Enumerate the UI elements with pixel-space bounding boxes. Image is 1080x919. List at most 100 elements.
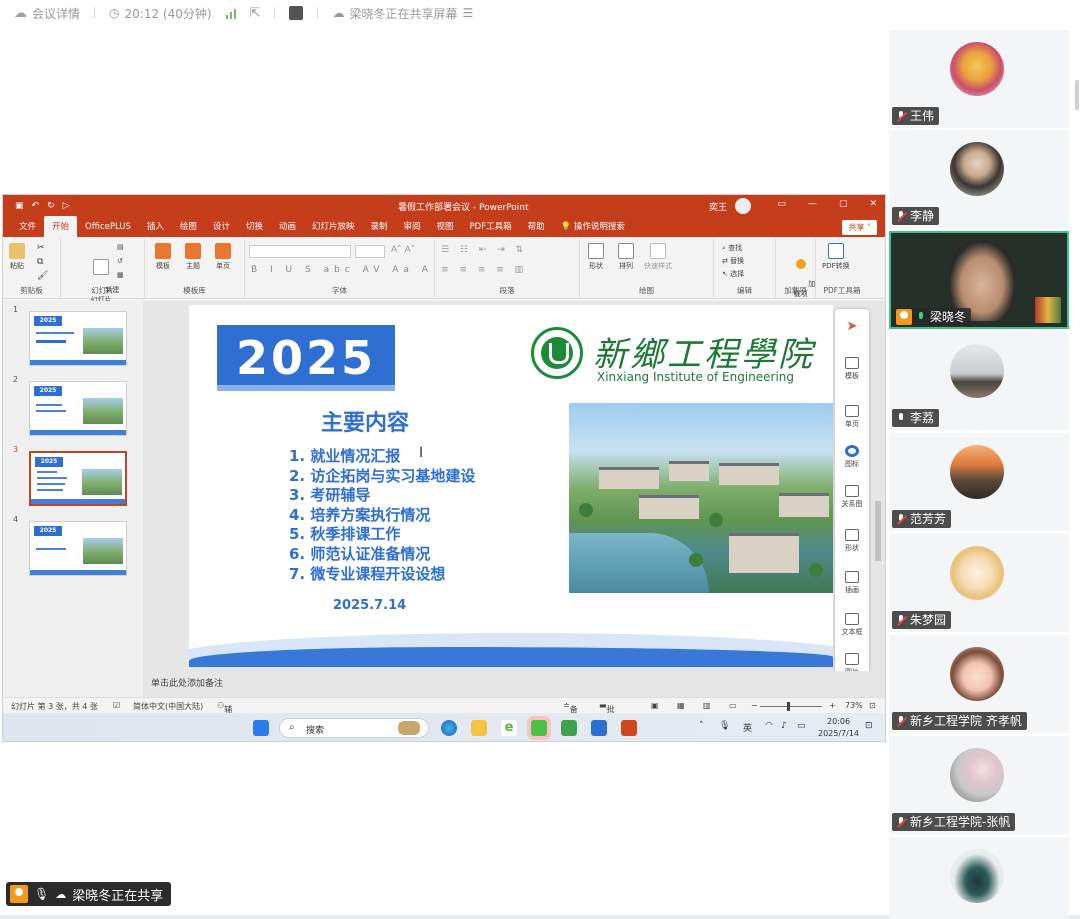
taskbar-clock[interactable]: 20:06 2025/7/14 bbox=[818, 716, 859, 740]
side-icons-button[interactable]: 图标 bbox=[835, 445, 869, 469]
theme-button[interactable]: 主题 bbox=[185, 243, 201, 271]
paste-button[interactable]: 粘贴 bbox=[9, 243, 25, 271]
share-button[interactable]: 共享 ˅ bbox=[842, 220, 877, 235]
maximize-icon[interactable]: ▢ bbox=[839, 199, 848, 209]
arrange-button[interactable]: 排列 bbox=[618, 243, 634, 271]
side-textbox-button[interactable]: 文本框 bbox=[835, 613, 869, 637]
spellcheck-icon[interactable]: ☑ bbox=[113, 701, 120, 710]
file-explorer-icon[interactable] bbox=[471, 720, 487, 736]
slide-thumbnail-2[interactable]: 2025 bbox=[29, 381, 127, 436]
grow-font-icon[interactable]: A˄ A˅ bbox=[391, 245, 415, 255]
side-diagram-button[interactable]: 关系图 bbox=[835, 485, 869, 509]
save-icon[interactable]: ▣ bbox=[15, 201, 24, 211]
input-method-indicator[interactable]: 英 bbox=[743, 721, 752, 734]
layout-icon[interactable]: ▤ bbox=[117, 243, 124, 251]
find-button[interactable]: ⌕ 查找 bbox=[722, 243, 742, 253]
quick-styles-button[interactable]: 快速样式 bbox=[644, 243, 672, 271]
notes-pane[interactable]: 单击此处添加备注 bbox=[143, 671, 873, 693]
replace-button[interactable]: ⇄ 替换 bbox=[722, 256, 744, 266]
notification-icon[interactable]: ⊡ bbox=[865, 721, 873, 731]
sorter-view-icon[interactable]: ▦ bbox=[677, 701, 685, 710]
minimize-icon[interactable]: — bbox=[808, 199, 817, 209]
align-icons[interactable]: ≡ ≡ ≡ ≡ ▥ bbox=[441, 265, 527, 275]
tab-view[interactable]: 视图 bbox=[429, 220, 462, 237]
tab-design[interactable]: 设计 bbox=[205, 220, 238, 237]
slide-scrollbar[interactable] bbox=[873, 301, 883, 697]
sharing-status-bar[interactable]: 🎙 ☁ 梁晓冬正在共享 bbox=[6, 882, 172, 906]
popout-icon[interactable]: ⇱ bbox=[250, 6, 261, 21]
slideshow-view-icon[interactable]: ▭ bbox=[729, 701, 737, 710]
undo-icon[interactable]: ↶ bbox=[32, 201, 40, 211]
tab-file[interactable]: 文件 bbox=[11, 220, 44, 237]
participant-tile[interactable] bbox=[889, 837, 1069, 919]
tab-record[interactable]: 录制 bbox=[363, 220, 396, 237]
participant-tile[interactable]: 王伟 bbox=[889, 30, 1069, 128]
participant-tile[interactable]: 朱梦园 bbox=[889, 534, 1069, 632]
tell-me-search[interactable]: 💡 操作说明搜索 bbox=[553, 220, 633, 237]
close-icon[interactable]: ✕ bbox=[869, 199, 877, 209]
scrollbar-thumb[interactable] bbox=[875, 501, 881, 561]
font-name-select[interactable] bbox=[249, 245, 351, 258]
screen-app-icon[interactable] bbox=[561, 720, 577, 736]
cut-icon[interactable]: ✂ bbox=[37, 243, 45, 253]
comments-toggle[interactable]: ▬ 批注 bbox=[599, 701, 615, 725]
zoom-level[interactable]: 73% bbox=[845, 701, 863, 710]
list-icons[interactable]: ☰ ☷ ⇤ ⇥ ⇅ bbox=[441, 245, 527, 255]
participant-tile[interactable]: 新乡工程学院 齐孝帆 bbox=[889, 635, 1069, 733]
tab-animations[interactable]: 动画 bbox=[271, 220, 304, 237]
template-button[interactable]: 模板 bbox=[155, 243, 171, 271]
language-status[interactable]: 简体中文(中国大陆) bbox=[133, 701, 203, 712]
tray-expand-icon[interactable]: ˄ bbox=[699, 721, 704, 731]
zoom-slider-handle[interactable] bbox=[787, 702, 790, 711]
zoom-out-icon[interactable]: − bbox=[751, 701, 758, 710]
copy-icon[interactable]: ⧉ bbox=[37, 257, 43, 267]
pdf-convert-button[interactable]: PDF转换 bbox=[822, 243, 850, 271]
participant-tile[interactable]: 范芳芳 bbox=[889, 433, 1069, 531]
participant-tile-active-speaker[interactable]: 梁晓冬 bbox=[889, 231, 1069, 329]
tab-slideshow[interactable]: 幻灯片放映 bbox=[304, 220, 363, 237]
officeplus-logo-icon[interactable]: ➤ bbox=[835, 319, 869, 334]
wifi-icon[interactable]: ◠ bbox=[765, 721, 773, 731]
zoom-in-icon[interactable]: + bbox=[829, 701, 836, 710]
tab-officeplus[interactable]: OfficePLUS bbox=[77, 222, 139, 237]
slide-thumbnail-3[interactable]: 2025 bbox=[29, 451, 127, 506]
tab-review[interactable]: 审阅 bbox=[396, 220, 429, 237]
reset-icon[interactable]: ↺ bbox=[117, 257, 123, 265]
font-format-icons[interactable]: B I U S abc AV Aa A bbox=[251, 265, 433, 275]
slideshow-icon[interactable]: ▷ bbox=[63, 201, 70, 211]
ie-browser-icon[interactable]: e bbox=[501, 720, 517, 736]
participant-tile[interactable]: 李静 bbox=[889, 130, 1069, 228]
meeting-details-button[interactable]: ☁ 会议详情 bbox=[14, 5, 80, 22]
powerpoint-app-icon[interactable] bbox=[621, 720, 637, 736]
fit-slide-icon[interactable]: ⊡ bbox=[869, 701, 876, 710]
tab-pdf-tools[interactable]: PDF工具箱 bbox=[462, 220, 520, 237]
tab-draw[interactable]: 绘图 bbox=[172, 220, 205, 237]
ppt-user-name[interactable]: 奕王 bbox=[709, 200, 727, 213]
edge-browser-icon[interactable] bbox=[441, 720, 457, 736]
slide-thumbnail-1[interactable]: 2025 bbox=[29, 311, 127, 366]
meeting-app-icon[interactable] bbox=[591, 720, 607, 736]
font-size-select[interactable] bbox=[355, 245, 385, 258]
normal-view-icon[interactable]: ▣ bbox=[651, 701, 659, 710]
tab-help[interactable]: 帮助 bbox=[520, 220, 553, 237]
notes-toggle[interactable]: ≐ 备注 bbox=[563, 701, 578, 725]
side-single-page-button[interactable]: 单页 bbox=[835, 405, 869, 429]
annotation-off-icon[interactable] bbox=[289, 6, 304, 20]
network-signal-icon[interactable] bbox=[225, 7, 236, 19]
tab-transitions[interactable]: 切换 bbox=[238, 220, 271, 237]
participant-list-scrollbar[interactable] bbox=[1075, 80, 1079, 110]
select-button[interactable]: ↖ 选择 bbox=[722, 269, 744, 279]
participant-tile[interactable]: 新乡工程学院-张帆 bbox=[889, 736, 1069, 834]
volume-icon[interactable]: ♪ bbox=[781, 721, 787, 731]
zoom-slider[interactable] bbox=[760, 706, 822, 707]
section-icon[interactable]: ▦ bbox=[117, 271, 124, 279]
current-slide[interactable]: 2025 新鄉工程學院 Xinxiang Institute of Engine… bbox=[189, 305, 833, 667]
accessibility-status[interactable]: ⚇ 辅助功能: 一切就绪 bbox=[217, 701, 235, 741]
microphone-tray-icon[interactable]: 🎙 bbox=[719, 721, 730, 731]
reading-view-icon[interactable]: ▥ bbox=[703, 701, 711, 710]
wechat-icon[interactable] bbox=[531, 720, 547, 736]
single-page-button[interactable]: 单页 bbox=[215, 243, 231, 271]
taskbar-search[interactable]: ⌕ 搜索 bbox=[279, 718, 429, 738]
slide-thumbnail-4[interactable]: 2025 bbox=[29, 521, 127, 576]
tab-home[interactable]: 开始 bbox=[44, 216, 78, 237]
